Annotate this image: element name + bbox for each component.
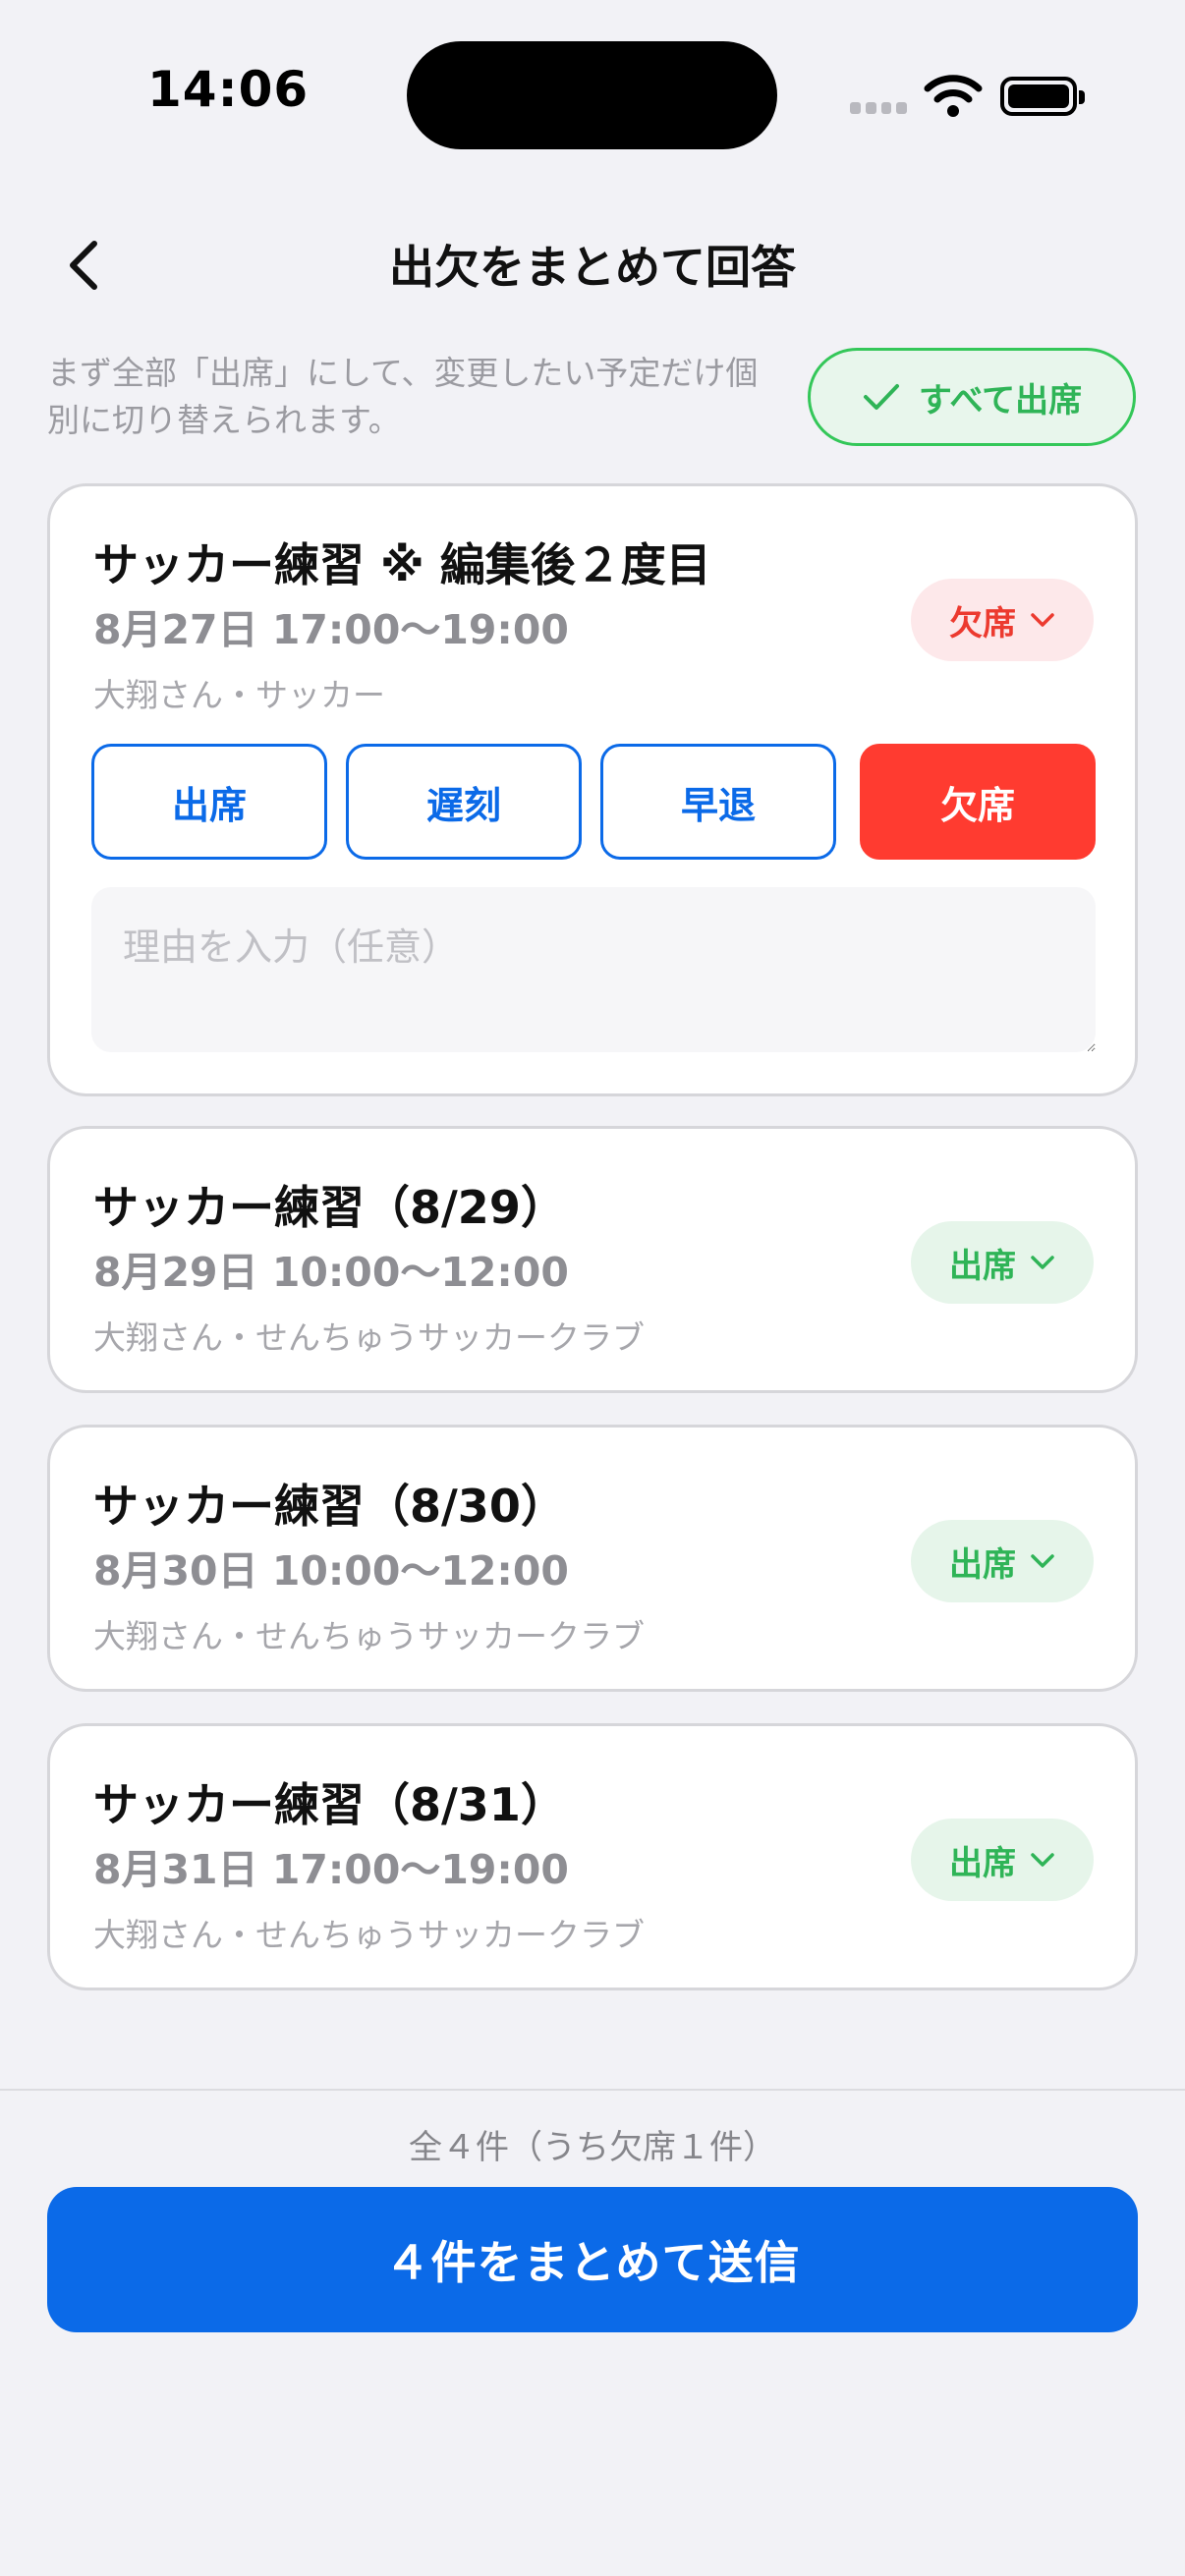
event-date: 8月27日 17:00〜19:00 [93, 606, 569, 653]
event-title: サッカー練習（8/30） [93, 1480, 566, 1533]
checkmark-icon [863, 384, 899, 410]
summary-text: 全４件（うち欠席１件） [409, 2128, 776, 2167]
status-label: 出席 [949, 1843, 1016, 1883]
all-attend-button[interactable]: すべて出席 [808, 348, 1136, 446]
cellular-signal-icon [850, 102, 907, 114]
event-subtitle: 大翔さん・せんちゅうサッカークラブ [93, 1617, 645, 1655]
status-label: 出席 [949, 1544, 1016, 1585]
status-label: 欠席 [949, 603, 1016, 644]
event-title: サッカー練習 ※ 編集後２度目 [93, 538, 711, 591]
status-time: 14:06 [147, 61, 310, 118]
chevron-down-icon [1031, 1256, 1054, 1269]
option-attend-button[interactable]: 出席 [91, 744, 327, 860]
event-card[interactable]: サッカー練習（8/30） 8月30日 10:00〜12:00 大翔さん・せんちゅ… [47, 1425, 1138, 1692]
option-late-button[interactable]: 遅刻 [346, 744, 582, 860]
status-dropdown[interactable]: 出席 [911, 1520, 1094, 1602]
footer-divider [0, 2089, 1185, 2091]
chevron-down-icon [1031, 1554, 1054, 1568]
reason-input[interactable] [91, 887, 1096, 1052]
chevron-down-icon [1031, 613, 1054, 627]
event-date: 8月29日 10:00〜12:00 [93, 1249, 569, 1296]
event-card[interactable]: サッカー練習（8/31） 8月31日 17:00〜19:00 大翔さん・せんちゅ… [47, 1723, 1138, 1990]
battery-icon [1000, 77, 1085, 116]
submit-button[interactable]: ４件をまとめて送信 [47, 2187, 1138, 2332]
chevron-down-icon [1031, 1853, 1054, 1867]
event-title: サッカー練習（8/31） [93, 1778, 566, 1831]
event-subtitle: 大翔さん・サッカー [93, 676, 385, 714]
status-dropdown[interactable]: 欠席 [911, 579, 1094, 661]
option-early-leave-button[interactable]: 早退 [600, 744, 836, 860]
event-title: サッカー練習（8/29） [93, 1181, 566, 1234]
dynamic-island [407, 41, 777, 149]
status-dropdown[interactable]: 出席 [911, 1819, 1094, 1901]
event-subtitle: 大翔さん・せんちゅうサッカークラブ [93, 1318, 645, 1357]
status-label: 出席 [949, 1246, 1016, 1286]
event-card: サッカー練習 ※ 編集後２度目 8月27日 17:00〜19:00 大翔さん・サ… [47, 483, 1138, 1096]
event-card[interactable]: サッカー練習（8/29） 8月29日 10:00〜12:00 大翔さん・せんちゅ… [47, 1126, 1138, 1393]
wifi-icon [924, 75, 983, 117]
status-dropdown[interactable]: 出席 [911, 1221, 1094, 1304]
event-date: 8月30日 10:00〜12:00 [93, 1547, 569, 1595]
event-subtitle: 大翔さん・せんちゅうサッカークラブ [93, 1916, 645, 1954]
intro-text: まず全部「出席」にして、変更したい予定だけ個別に切り替えられます。 [47, 354, 759, 439]
event-date: 8月31日 17:00〜19:00 [93, 1846, 569, 1893]
all-attend-label: すべて出席 [918, 380, 1083, 420]
option-absent-button[interactable]: 欠席 [860, 744, 1096, 860]
page-title: 出欠をまとめて回答 [389, 241, 796, 294]
